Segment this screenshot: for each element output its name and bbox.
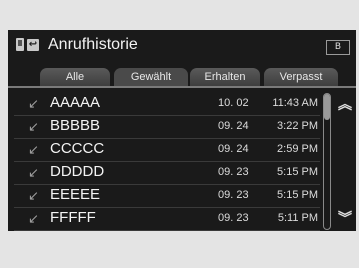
title-bar: ↩ Anrufhistorie B: [8, 30, 356, 60]
tab-verpasst[interactable]: Verpasst: [264, 68, 338, 86]
call-date: 09. 23: [218, 189, 249, 201]
list-item[interactable]: ↙ FFFFF 09. 23 5:11 PM: [8, 208, 320, 231]
scrollbar-thumb[interactable]: [324, 94, 330, 120]
call-date: 09. 24: [218, 143, 249, 155]
outgoing-call-icon: ↙: [28, 189, 39, 204]
status-text: B: [334, 42, 342, 52]
list-item[interactable]: ↙ DDDDD 09. 23 5:15 PM: [8, 162, 320, 185]
bluetooth-signal-icon: B: [326, 40, 350, 55]
outgoing-call-icon: ↙: [28, 143, 39, 158]
tab-label: Gewählt: [130, 71, 172, 83]
call-date: 09. 23: [218, 166, 249, 178]
call-history-screen: ↩ Anrufhistorie B Alle Gewählt Erhalten …: [8, 30, 356, 231]
call-time: 11:43 AM: [272, 97, 318, 109]
tab-divider: [8, 86, 356, 88]
page-title: Anrufhistorie: [48, 36, 138, 53]
list-item[interactable]: ↙ EEEEE 09. 23 5:15 PM: [8, 185, 320, 208]
call-time: 5:11 PM: [277, 212, 318, 224]
contact-name: EEEEE: [50, 186, 101, 203]
call-date: 09. 23: [218, 212, 249, 224]
tab-alle[interactable]: Alle: [40, 68, 110, 86]
contact-name: BBBBB: [50, 117, 101, 134]
outgoing-call-icon: ↙: [28, 166, 39, 181]
header-icons: ↩: [14, 38, 42, 52]
call-date: 09. 24: [218, 120, 249, 132]
list-item[interactable]: ↙ BBBBB 09. 24 3:22 PM: [8, 116, 320, 139]
call-date: 10. 02: [218, 97, 249, 109]
phone-icon: [16, 38, 24, 51]
call-time: 5:15 PM: [277, 166, 318, 178]
back-arrow-icon[interactable]: ↩: [27, 39, 39, 51]
list-item[interactable]: ↙ AAAAA 10. 02 11:43 AM: [8, 93, 320, 116]
contact-name: FFFFF: [50, 209, 96, 226]
scrollbar[interactable]: [323, 93, 331, 230]
double-chevron-down-icon[interactable]: ︾: [336, 212, 354, 226]
tab-label: Verpasst: [279, 71, 323, 83]
tab-label: Erhalten: [204, 71, 246, 83]
outgoing-call-icon: ↙: [28, 97, 39, 112]
tab-erhalten[interactable]: Erhalten: [190, 68, 260, 86]
tab-label: Alle: [65, 71, 85, 83]
tab-bar: Alle Gewählt Erhalten Verpasst: [8, 68, 356, 86]
call-time: 2:59 PM: [277, 143, 318, 155]
outgoing-call-icon: ↙: [28, 212, 39, 227]
outgoing-call-icon: ↙: [28, 120, 39, 135]
double-chevron-up-icon[interactable]: ︽: [336, 98, 354, 112]
contact-name: CCCCC: [50, 140, 105, 157]
contact-name: DDDDD: [50, 163, 105, 180]
call-time: 3:22 PM: [277, 120, 318, 132]
contact-name: AAAAA: [50, 94, 101, 111]
list-item[interactable]: ↙ CCCCC 09. 24 2:59 PM: [8, 139, 320, 162]
call-time: 5:15 PM: [277, 189, 318, 201]
tab-gewaehlt[interactable]: Gewählt: [114, 68, 188, 86]
